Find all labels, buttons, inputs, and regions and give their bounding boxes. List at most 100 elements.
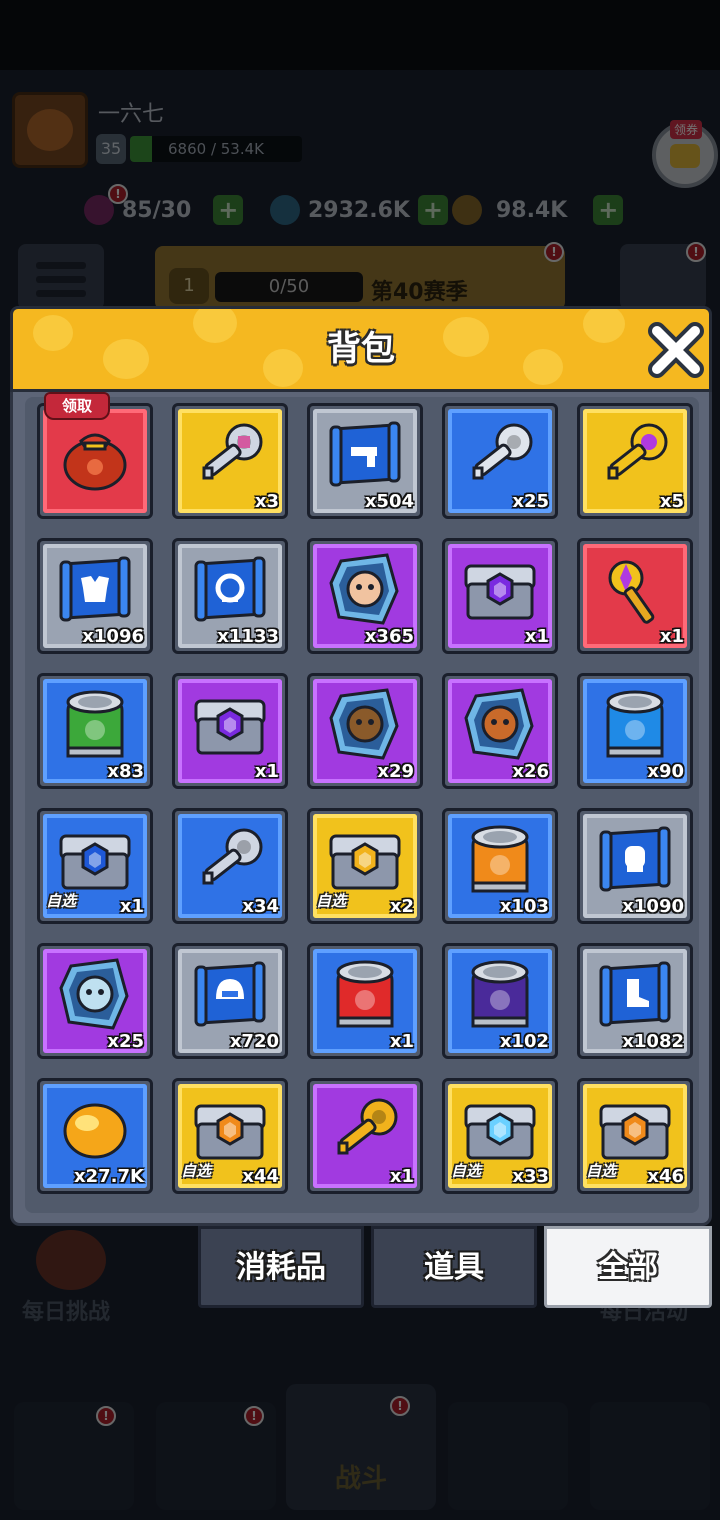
season-progress: 0/50: [215, 272, 363, 302]
item-quantity: x1: [659, 626, 684, 647]
add-gold-button[interactable]: +: [593, 195, 624, 225]
item-slot[interactable]: x102: [442, 943, 558, 1059]
menu-button[interactable]: [18, 244, 104, 310]
item-slot[interactable]: 自选 x46: [577, 1078, 693, 1194]
item-slot[interactable]: x1: [172, 673, 288, 789]
nav-map[interactable]: [448, 1402, 568, 1510]
diamond-resource: 2932.6K +: [270, 192, 448, 228]
item-quantity: x5: [659, 491, 684, 512]
gun-blueprint-icon: [323, 417, 407, 497]
nav-upgrade[interactable]: [590, 1402, 710, 1510]
select-tag: 自选: [451, 1162, 482, 1180]
item-slot[interactable]: x90: [577, 673, 693, 789]
hero-shard-ghost-icon: [55, 956, 135, 1038]
item-quantity: x3: [254, 491, 279, 512]
daily-challenge-label: 每日挑战: [22, 1300, 111, 1325]
orange-star-can-icon: [465, 821, 535, 903]
coupon-button[interactable]: 领券: [652, 120, 718, 188]
tab-props[interactable]: 道具: [371, 1226, 537, 1308]
raccoon-avatar-icon: [27, 109, 73, 151]
item-quantity: x1: [389, 1031, 414, 1052]
item-slot[interactable]: x1: [307, 943, 423, 1059]
add-energy-button[interactable]: +: [213, 195, 244, 225]
battle-label: 战斗: [334, 1464, 387, 1494]
item-slot[interactable]: x25: [442, 403, 558, 519]
item-slot[interactable]: x1090: [577, 808, 693, 924]
armor-blueprint-icon: [53, 552, 137, 632]
blue-water-can-icon: [600, 686, 670, 768]
purple-moon-can-icon: [465, 956, 535, 1038]
item-slot[interactable]: x720: [172, 943, 288, 1059]
status-bar: [0, 0, 720, 70]
helmet-blueprint-icon: [188, 957, 272, 1037]
item-slot[interactable]: x27.7K: [37, 1078, 153, 1194]
diamond-value: 2932.6K: [308, 197, 410, 223]
energy-alert-badge: !: [108, 184, 128, 204]
nav-shop-alert-badge: !: [96, 1406, 116, 1426]
purple-chest-icon: [458, 552, 542, 632]
item-slot[interactable]: x504: [307, 403, 423, 519]
item-slot[interactable]: x1133: [172, 538, 288, 654]
item-slot[interactable]: x3: [172, 403, 288, 519]
item-slot[interactable]: x26: [442, 673, 558, 789]
select-tag: 自选: [316, 892, 347, 910]
item-slot[interactable]: x103: [442, 808, 558, 924]
season-level: 1: [169, 268, 209, 304]
item-slot[interactable]: x25: [37, 943, 153, 1059]
gold-coin-icon: [452, 195, 482, 225]
tab-all[interactable]: 全部: [544, 1226, 712, 1308]
item-slot[interactable]: x34: [172, 808, 288, 924]
item-slot[interactable]: x1: [577, 538, 693, 654]
item-quantity: x1: [119, 896, 144, 917]
tab-all-label: 全部: [598, 1250, 658, 1285]
tab-consumables[interactable]: 消耗品: [198, 1226, 364, 1308]
nav-shop[interactable]: [14, 1402, 134, 1510]
close-button[interactable]: [647, 321, 705, 379]
item-quantity: x25: [512, 491, 549, 512]
item-slot[interactable]: x1096: [37, 538, 153, 654]
daily-challenge-button[interactable]: 每日挑战: [22, 1230, 152, 1325]
add-diamond-button[interactable]: +: [417, 195, 448, 225]
purple-shield-chest-icon: [188, 687, 272, 767]
item-slot[interactable]: 自选 x44: [172, 1078, 288, 1194]
item-slot[interactable]: x29: [307, 673, 423, 789]
exp-bar: 6860 / 53.4K: [130, 136, 302, 162]
player-avatar[interactable]: [12, 92, 88, 168]
select-tag: 自选: [586, 1162, 617, 1180]
item-quantity: x365: [364, 626, 414, 647]
item-quantity: x1090: [622, 896, 684, 917]
item-slot[interactable]: 自选 x33: [442, 1078, 558, 1194]
season-pass-banner[interactable]: 1 0/50 第40赛季: [155, 246, 565, 310]
tab-consumables-label: 消耗品: [236, 1250, 326, 1285]
item-slot[interactable]: x1: [307, 1078, 423, 1194]
nav-battle[interactable]: 战斗: [286, 1384, 436, 1510]
item-quantity: x29: [377, 761, 414, 782]
boot-blueprint-icon: [593, 957, 677, 1037]
steel-key-icon: [190, 821, 270, 903]
backpack-title: 背包: [327, 329, 395, 369]
close-icon: [648, 322, 704, 378]
item-quantity: x504: [364, 491, 414, 512]
item-slot[interactable]: 自选 x1: [37, 808, 153, 924]
item-slot[interactable]: 自选 x2: [307, 808, 423, 924]
menu-icon-line: [36, 276, 86, 283]
hero-shard-boy-icon: [325, 551, 405, 633]
gold-resource: 98.4K +: [452, 192, 624, 228]
item-quantity: x34: [242, 896, 279, 917]
item-slot[interactable]: [37, 403, 153, 519]
item-quantity: x26: [512, 761, 549, 782]
ring-key-icon: [460, 416, 540, 498]
backpack-panel: 背包 x3 x504 x25 x5 x1096 x1133 x365 x1 x1 x83 x1 x29…: [10, 306, 712, 1226]
item-quantity: x1082: [622, 1031, 684, 1052]
exp-text: 6860 / 53.4K: [168, 140, 264, 158]
season-name: 第40赛季: [371, 280, 468, 305]
item-slot[interactable]: x83: [37, 673, 153, 789]
item-quantity: x1: [254, 761, 279, 782]
claim-badge[interactable]: 领取: [44, 392, 110, 420]
item-slot[interactable]: x1082: [577, 943, 693, 1059]
item-slot[interactable]: x365: [307, 538, 423, 654]
silver-key-icon: [190, 416, 270, 498]
item-slot[interactable]: x1: [442, 538, 558, 654]
gold-key-icon: [325, 1091, 405, 1173]
item-slot[interactable]: x5: [577, 403, 693, 519]
